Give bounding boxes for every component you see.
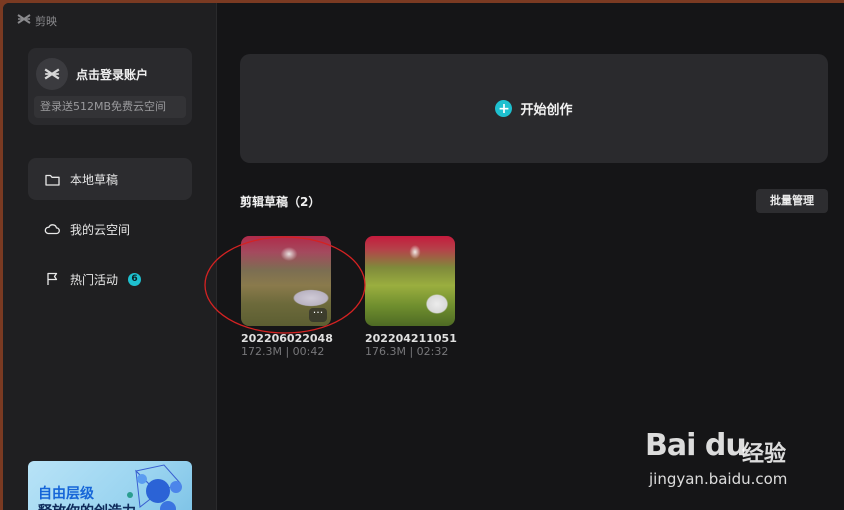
app-logo: 剪映 [17, 13, 57, 29]
sidebar-item-local-drafts[interactable]: 本地草稿 [28, 158, 192, 200]
flag-icon [44, 271, 60, 287]
avatar[interactable] [36, 58, 68, 90]
account-card[interactable]: 点击登录账户 登录送512MB免费云空间 [28, 48, 192, 125]
draft-name: 202206022048 [241, 332, 333, 345]
banner-title: 自由层级 [38, 486, 94, 502]
draft-card[interactable]: ··· 202206022048 172.3M | 00:42 [241, 236, 333, 358]
capcut-logo-icon [17, 13, 31, 29]
draft-meta: 172.3M | 00:42 [241, 345, 325, 358]
sidebar: 剪映 点击登录账户 登录送512MB免费云空间 本地草稿 我的云空间 热门活动 … [3, 3, 217, 510]
sidebar-item-label: 我的云空间 [70, 222, 131, 237]
watermark-logo: Bai du [645, 428, 747, 463]
start-creating-button[interactable]: + 开始创作 [240, 54, 828, 163]
sidebar-item-cloud-space[interactable]: 我的云空间 [28, 208, 192, 250]
events-count-badge: 6 [128, 272, 142, 286]
draft-name: 202204211051 [365, 332, 457, 345]
draft-thumbnail[interactable] [365, 236, 455, 326]
draft-card[interactable]: 202204211051 176.3M | 02:32 [365, 236, 457, 358]
promo-banner[interactable]: 自由层级 释放你的创造力 [28, 461, 192, 510]
draft-thumbnail[interactable]: ··· [241, 236, 331, 326]
app-name: 剪映 [35, 15, 57, 28]
capcut-avatar-icon [44, 68, 60, 80]
sidebar-item-hot-events[interactable]: 热门活动 6 [28, 258, 192, 300]
plus-icon: + [495, 100, 513, 117]
banner-subtitle: 释放你的创造力 [38, 501, 136, 510]
login-link[interactable]: 点击登录账户 [76, 66, 148, 83]
sidebar-item-label: 热门活动 [70, 272, 119, 287]
cloud-promo[interactable]: 登录送512MB免费云空间 [34, 96, 186, 118]
baidu-jingyan-watermark: Bai du 经验 jingyan.baidu.com [645, 428, 825, 498]
watermark-title: 经验 [742, 442, 787, 467]
batch-manage-button[interactable]: 批量管理 [756, 189, 828, 213]
cloud-icon [44, 221, 60, 237]
start-creating-label: 开始创作 [520, 103, 573, 118]
watermark-url: jingyan.baidu.com [649, 470, 788, 488]
more-options-icon[interactable]: ··· [309, 307, 327, 322]
sidebar-item-label: 本地草稿 [70, 172, 119, 187]
draft-meta: 176.3M | 02:32 [365, 345, 449, 358]
folder-icon [44, 171, 60, 187]
drafts-section-title: 剪辑草稿（2） [240, 195, 321, 209]
